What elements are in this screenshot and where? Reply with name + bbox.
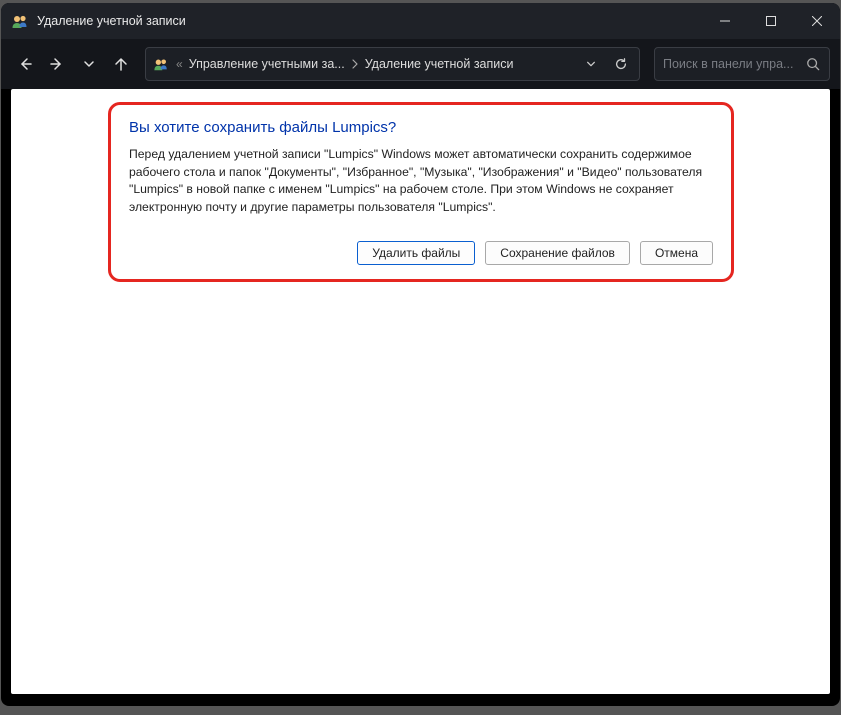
user-accounts-icon bbox=[152, 55, 170, 73]
address-bar[interactable]: « Управление учетными за... Удаление уче… bbox=[145, 47, 640, 81]
toolbar: « Управление учетными за... Удаление уче… bbox=[1, 39, 840, 89]
delete-files-button[interactable]: Удалить файлы bbox=[357, 241, 475, 265]
breadcrumb-prefix: « bbox=[176, 57, 183, 71]
search-input[interactable] bbox=[663, 57, 799, 71]
breadcrumb-item-1[interactable]: Управление учетными за... bbox=[189, 57, 345, 71]
content-area: Вы хотите сохранить файлы Lumpics? Перед… bbox=[11, 89, 830, 694]
save-files-button[interactable]: Сохранение файлов bbox=[485, 241, 630, 265]
maximize-button[interactable] bbox=[748, 3, 794, 39]
dialog-title: Вы хотите сохранить файлы Lumpics? bbox=[129, 119, 713, 136]
chevron-right-icon bbox=[351, 59, 359, 69]
address-dropdown-button[interactable] bbox=[579, 52, 603, 76]
window: Удаление учетной записи bbox=[1, 3, 840, 706]
dialog-highlight-frame: Вы хотите сохранить файлы Lumpics? Перед… bbox=[108, 102, 734, 282]
dialog-button-row: Удалить файлы Сохранение файлов Отмена bbox=[129, 241, 713, 265]
window-controls bbox=[702, 3, 840, 39]
back-button[interactable] bbox=[11, 50, 39, 78]
up-button[interactable] bbox=[107, 50, 135, 78]
dialog-body: Перед удалением учетной записи "Lumpics"… bbox=[129, 146, 713, 217]
breadcrumb-item-2[interactable]: Удаление учетной записи bbox=[365, 57, 514, 71]
cancel-button[interactable]: Отмена bbox=[640, 241, 713, 265]
titlebar: Удаление учетной записи bbox=[1, 3, 840, 39]
search-box[interactable] bbox=[654, 47, 830, 81]
user-accounts-icon bbox=[11, 12, 29, 30]
recent-locations-button[interactable] bbox=[75, 50, 103, 78]
search-icon[interactable] bbox=[805, 56, 821, 72]
window-title: Удаление учетной записи bbox=[37, 14, 186, 28]
close-button[interactable] bbox=[794, 3, 840, 39]
forward-button[interactable] bbox=[43, 50, 71, 78]
minimize-button[interactable] bbox=[702, 3, 748, 39]
refresh-button[interactable] bbox=[609, 52, 633, 76]
